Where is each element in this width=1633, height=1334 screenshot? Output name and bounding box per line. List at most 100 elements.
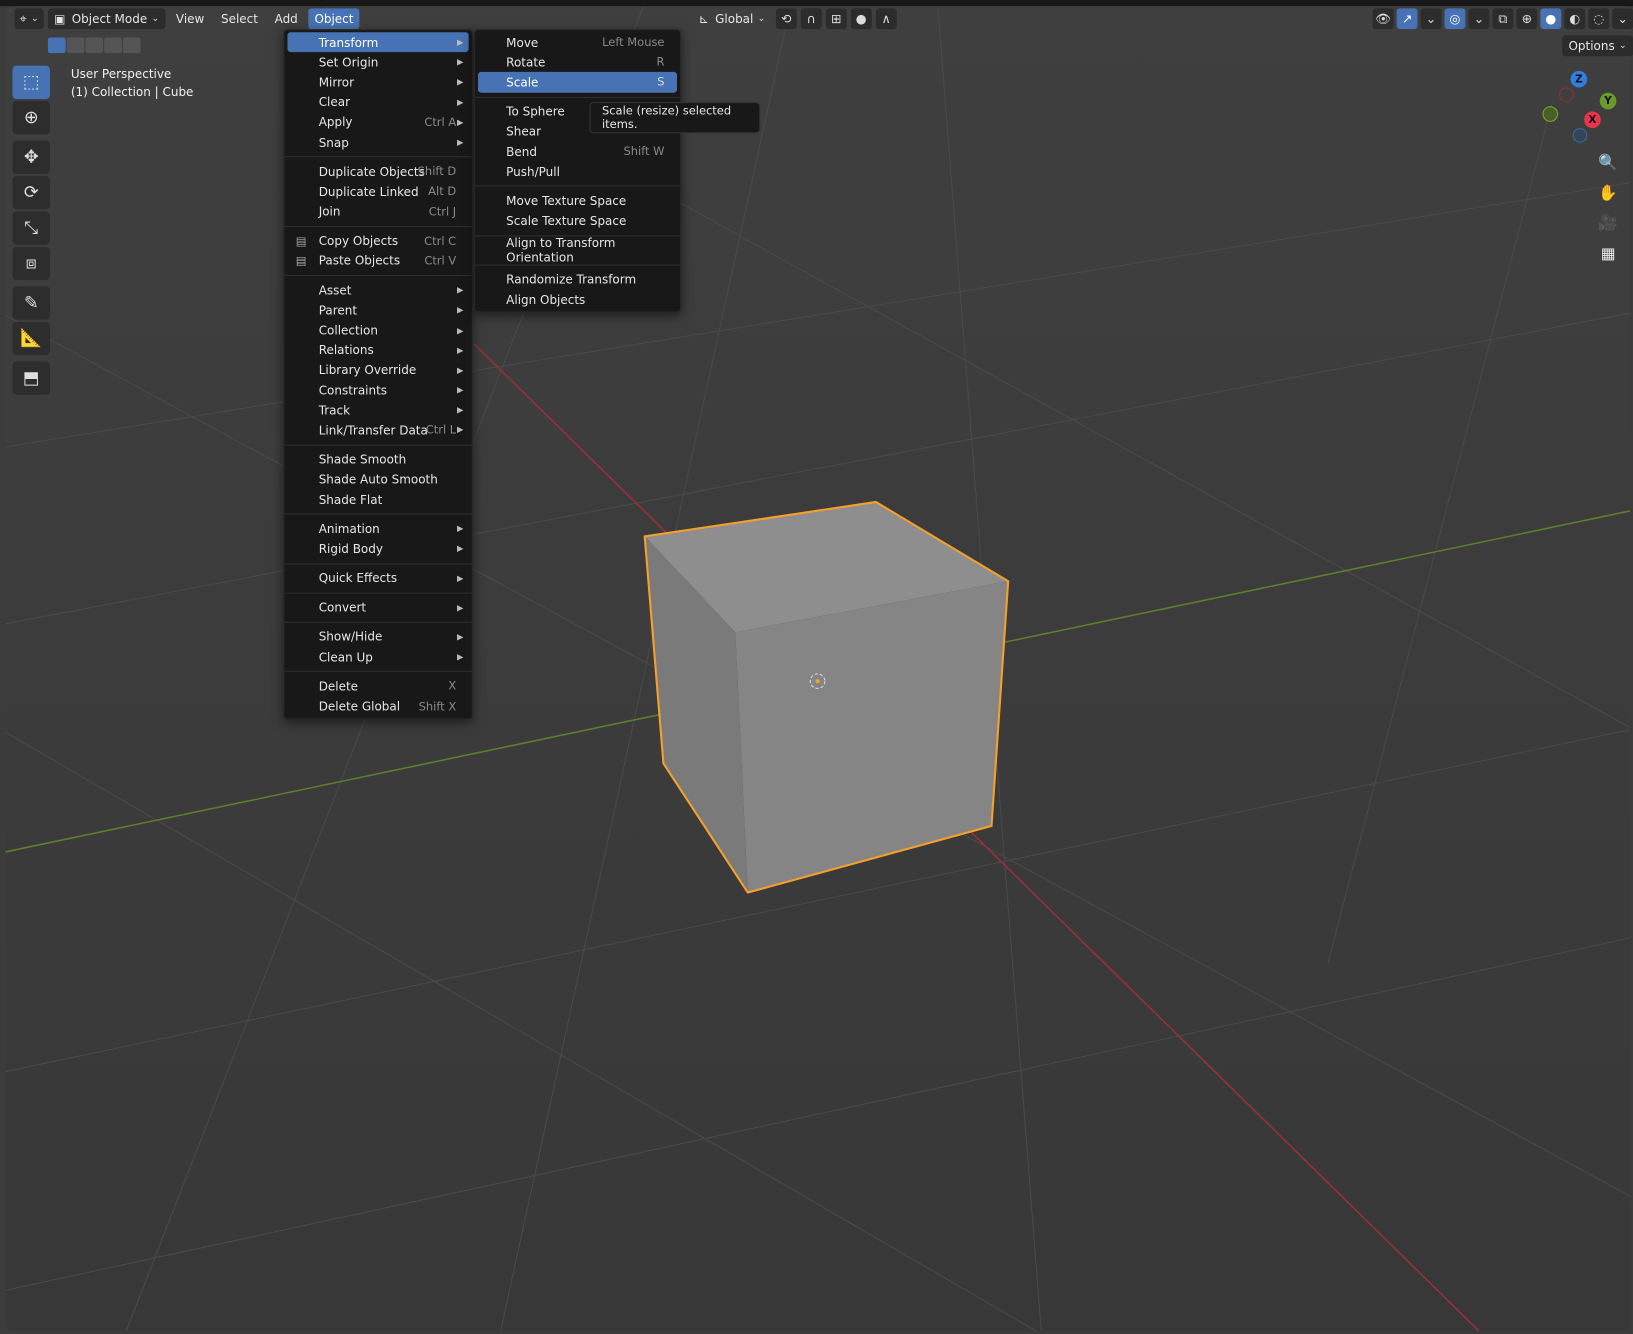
menu-item-move-texture-space[interactable]: Move Texture Space xyxy=(478,191,677,211)
menu-item-track[interactable]: Track ▶ xyxy=(287,400,468,420)
rotate-icon[interactable]: ⟳ xyxy=(12,176,50,210)
gizmo-y[interactable]: Y xyxy=(1599,92,1617,110)
add-cube-icon[interactable]: ⬒ xyxy=(12,361,50,395)
rendered-shading-icon[interactable]: ◌ xyxy=(1588,8,1610,30)
gizmo-x[interactable]: X xyxy=(1584,111,1601,129)
mode-dropdown[interactable]: ▣ Object Mode ⌄ xyxy=(47,8,166,30)
menu-item-align-to-transform-orientation[interactable]: Align to Transform Orientation xyxy=(478,236,677,265)
menu-view[interactable]: View xyxy=(170,8,211,29)
camera-icon[interactable]: 🎥 xyxy=(1596,210,1621,235)
menu-item-duplicate-objects[interactable]: Duplicate Objects Shift D xyxy=(287,162,468,182)
solid-shading-icon[interactable]: ● xyxy=(1540,8,1562,30)
menu-item-move[interactable]: Move Left Mouse xyxy=(478,32,677,52)
gizmo-neg-z[interactable] xyxy=(1572,128,1588,143)
options-dropdown[interactable]: Options ⌄ xyxy=(1562,35,1633,57)
menu-item-label: Track xyxy=(318,402,351,418)
menu-item-shade-auto-smooth[interactable]: Shade Auto Smooth xyxy=(287,469,468,489)
gizmo-toggle-icon[interactable]: ↗ xyxy=(1396,8,1418,30)
select-box-icon[interactable]: ⬚ xyxy=(12,65,50,99)
select-new-icon[interactable] xyxy=(47,37,66,54)
xray-icon[interactable]: ⧉ xyxy=(1492,8,1514,30)
menu-item-relations[interactable]: Relations ▶ xyxy=(287,340,468,360)
annotate-icon[interactable]: ✎ xyxy=(12,286,50,320)
editor-type-button[interactable]: ⌖ ⌄ xyxy=(14,8,44,30)
menu-item-scale[interactable]: Scale S xyxy=(478,72,677,93)
snap-icon[interactable]: ∩ xyxy=(800,8,822,30)
menu-item-align-objects[interactable]: Align Objects xyxy=(478,290,677,310)
cube[interactable] xyxy=(643,500,1010,894)
transform-icon[interactable]: ⧈ xyxy=(12,246,50,281)
menu-object[interactable]: Object xyxy=(308,8,360,30)
proportional-edit-icon[interactable]: ● xyxy=(850,8,872,30)
menu-item-label: Move Texture Space xyxy=(506,193,627,209)
menu-item-delete[interactable]: Delete X xyxy=(287,676,468,696)
pan-hand-icon[interactable]: ✋ xyxy=(1596,180,1621,205)
wireframe-shading-icon[interactable]: ⊕ xyxy=(1516,8,1538,30)
select-extend-icon[interactable] xyxy=(66,37,85,54)
menu-item-push-pull[interactable]: Push/Pull xyxy=(478,162,677,182)
menu-item-shade-smooth[interactable]: Shade Smooth xyxy=(287,449,468,469)
gizmo-neg-y[interactable] xyxy=(1542,106,1559,122)
3d-viewport[interactable] xyxy=(5,6,1630,1332)
menu-item-snap[interactable]: Snap ▶ xyxy=(287,132,468,152)
select-invert-icon[interactable] xyxy=(104,37,122,54)
menu-item-animation[interactable]: Animation ▶ xyxy=(287,519,468,539)
menu-item-scale-texture-space[interactable]: Scale Texture Space xyxy=(478,211,677,231)
overlay-dropdown[interactable]: ⌄ xyxy=(1468,8,1490,30)
menu-item-show-hide[interactable]: Show/Hide ▶ xyxy=(287,627,468,647)
menu-item-apply[interactable]: Apply Ctrl A ▶ xyxy=(287,112,468,132)
select-intersect-icon[interactable] xyxy=(122,37,141,54)
scene xyxy=(5,6,1630,1332)
menu-item-bend[interactable]: Bend Shift W xyxy=(478,142,677,162)
menu-item-join[interactable]: Join Ctrl J xyxy=(287,202,468,222)
orthographic-grid-icon[interactable]: ▦ xyxy=(1596,241,1621,266)
move-icon[interactable]: ✥ xyxy=(12,140,50,174)
material-shading-icon[interactable]: ◐ xyxy=(1564,8,1586,30)
gizmo-dropdown[interactable]: ⌄ xyxy=(1420,8,1442,30)
menu-item-paste-objects[interactable]: ▤ Paste Objects Ctrl V xyxy=(287,251,468,271)
select-subtract-icon[interactable] xyxy=(85,37,104,54)
menu-item-randomize-transform[interactable]: Randomize Transform xyxy=(478,270,677,290)
menu-item-link-transfer-data[interactable]: Link/Transfer Data Ctrl L ▶ xyxy=(287,420,468,440)
menu-item-clean-up[interactable]: Clean Up ▶ xyxy=(287,647,468,667)
menu-item-library-override[interactable]: Library Override ▶ xyxy=(287,360,468,380)
submenu-arrow-icon: ▶ xyxy=(457,602,464,613)
menu-item-clear[interactable]: Clear ▶ xyxy=(287,92,468,112)
submenu-arrow-icon: ▶ xyxy=(457,524,464,534)
menu-item-quick-effects[interactable]: Quick Effects ▶ xyxy=(287,568,468,588)
menu-item-parent[interactable]: Parent ▶ xyxy=(287,300,468,320)
menu-item-constraints[interactable]: Constraints ▶ xyxy=(287,380,468,400)
menu-item-duplicate-linked[interactable]: Duplicate Linked Alt D xyxy=(287,182,468,202)
shading-dropdown[interactable]: ⌄ xyxy=(1612,8,1633,30)
measure-icon[interactable]: 📐 xyxy=(12,321,50,356)
menu-item-shade-flat[interactable]: Shade Flat xyxy=(287,489,468,509)
menu-select[interactable]: Select xyxy=(215,8,264,29)
visibility-icon[interactable]: 👁 xyxy=(1372,8,1394,30)
snap-target-icon[interactable]: ⊞ xyxy=(825,8,847,30)
submenu-arrow-icon: ▶ xyxy=(457,137,464,147)
cursor-icon[interactable]: ⊕ xyxy=(12,101,50,135)
submenu-arrow-icon: ▶ xyxy=(457,573,464,583)
falloff-icon[interactable]: ∧ xyxy=(875,8,897,30)
scale-icon[interactable]: ⤡ xyxy=(12,211,50,245)
menu-item-label: Apply xyxy=(318,114,353,130)
menu-item-copy-objects[interactable]: ▤ Copy Objects Ctrl C xyxy=(287,231,468,251)
gizmo-neg-x[interactable] xyxy=(1559,87,1574,103)
zoom-icon[interactable]: 🔍 xyxy=(1596,150,1621,175)
menu-add[interactable]: Add xyxy=(268,8,304,29)
menu-item-mirror[interactable]: Mirror ▶ xyxy=(287,72,468,92)
menu-item-set-origin[interactable]: Set Origin ▶ xyxy=(287,52,468,72)
menu-item-transform[interactable]: Transform ▶ xyxy=(287,32,469,53)
menu-item-shortcut: S xyxy=(657,75,665,90)
pivot-icon[interactable]: ⟲ xyxy=(775,8,797,30)
menu-item-delete-global[interactable]: Delete Global Shift X xyxy=(287,696,468,716)
menu-item-label: Align to Transform Orientation xyxy=(506,235,616,265)
menu-item-rotate[interactable]: Rotate R xyxy=(478,52,677,72)
menu-item-rigid-body[interactable]: Rigid Body ▶ xyxy=(287,539,468,559)
gizmo-z[interactable]: Z xyxy=(1570,70,1588,88)
overlay-toggle-icon[interactable]: ◎ xyxy=(1444,8,1466,30)
orientation-dropdown[interactable]: ⊾ Global ⌄ xyxy=(693,8,772,29)
menu-item-convert[interactable]: Convert ▶ xyxy=(287,597,468,617)
menu-item-asset[interactable]: Asset ▶ xyxy=(287,280,468,300)
menu-item-collection[interactable]: Collection ▶ xyxy=(287,320,468,340)
